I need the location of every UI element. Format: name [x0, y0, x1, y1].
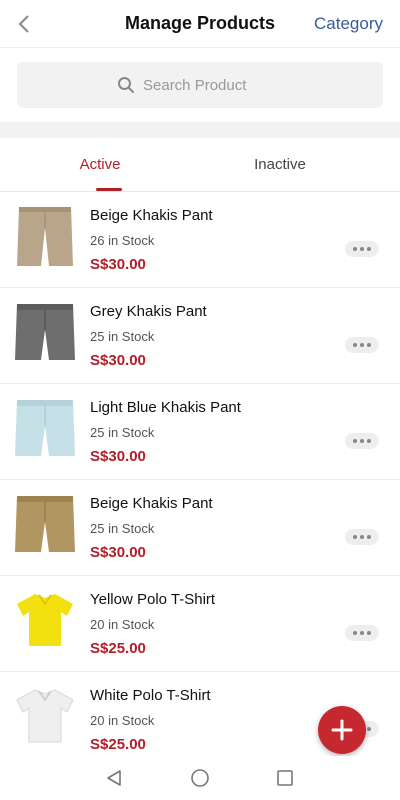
section-divider	[0, 122, 400, 138]
tab-bar: Active Inactive	[0, 138, 400, 192]
product-name: Light Blue Khakis Pant	[90, 399, 241, 416]
grey-shorts-image	[15, 304, 75, 360]
product-name: Beige Khakis Pant	[90, 495, 213, 512]
triangle-back-icon	[107, 770, 121, 786]
light-blue-shorts-image	[15, 400, 75, 456]
product-name: White Polo T-Shirt	[90, 687, 211, 704]
square-recents-icon	[277, 770, 293, 786]
product-price: S$30.00	[90, 448, 146, 465]
add-product-button[interactable]	[318, 706, 366, 754]
tab-active-label: Active	[79, 156, 121, 173]
product-list: Beige Khakis Pant 26 in Stock S$30.00 Gr…	[0, 192, 400, 768]
more-options-button[interactable]	[345, 241, 379, 257]
plus-icon	[331, 719, 353, 741]
category-link[interactable]: Category	[314, 14, 383, 34]
product-stock: 25 in Stock	[90, 425, 155, 440]
white-polo-image	[16, 689, 74, 743]
more-options-button[interactable]	[345, 337, 379, 353]
product-stock: 20 in Stock	[90, 617, 155, 632]
product-stock: 25 in Stock	[90, 521, 155, 536]
search-icon	[118, 77, 134, 93]
product-price: S$30.00	[90, 544, 146, 561]
product-row[interactable]: Beige Khakis Pant 25 in Stock S$30.00	[0, 480, 400, 576]
more-options-button[interactable]	[345, 433, 379, 449]
product-name: Beige Khakis Pant	[90, 207, 213, 224]
nav-back-button[interactable]	[102, 766, 126, 790]
nav-recents-button[interactable]	[273, 766, 297, 790]
product-stock: 20 in Stock	[90, 713, 155, 728]
product-stock: 25 in Stock	[90, 329, 155, 344]
product-price: S$25.00	[90, 736, 146, 753]
tab-active[interactable]: Active	[0, 138, 200, 191]
back-button[interactable]	[10, 10, 38, 38]
tab-inactive[interactable]: Inactive	[180, 138, 380, 191]
yellow-polo-image	[17, 594, 73, 646]
more-options-button[interactable]	[345, 625, 379, 641]
product-stock: 26 in Stock	[90, 233, 155, 248]
product-row[interactable]: Beige Khakis Pant 26 in Stock S$30.00	[0, 192, 400, 288]
tab-inactive-label: Inactive	[254, 156, 306, 173]
product-row[interactable]: Grey Khakis Pant 25 in Stock S$30.00	[0, 288, 400, 384]
product-price: S$30.00	[90, 256, 146, 273]
product-price: S$25.00	[90, 640, 146, 657]
system-nav-bar	[0, 756, 400, 800]
search-bar[interactable]	[17, 62, 383, 108]
tab-indicator	[96, 188, 122, 191]
circle-home-icon	[191, 769, 209, 787]
nav-home-button[interactable]	[188, 766, 212, 790]
product-price: S$30.00	[90, 352, 146, 369]
product-name: Grey Khakis Pant	[90, 303, 207, 320]
product-row[interactable]: Yellow Polo T-Shirt 20 in Stock S$25.00	[0, 576, 400, 672]
chevron-left-icon	[18, 15, 29, 33]
more-options-button[interactable]	[345, 529, 379, 545]
beige-pants-image	[17, 207, 73, 266]
product-name: Yellow Polo T-Shirt	[90, 591, 216, 608]
khaki-shorts-image	[15, 496, 75, 552]
app-header: Manage Products Category	[0, 0, 400, 48]
product-row[interactable]: Light Blue Khakis Pant 25 in Stock S$30.…	[0, 384, 400, 480]
search-input[interactable]	[143, 76, 283, 94]
